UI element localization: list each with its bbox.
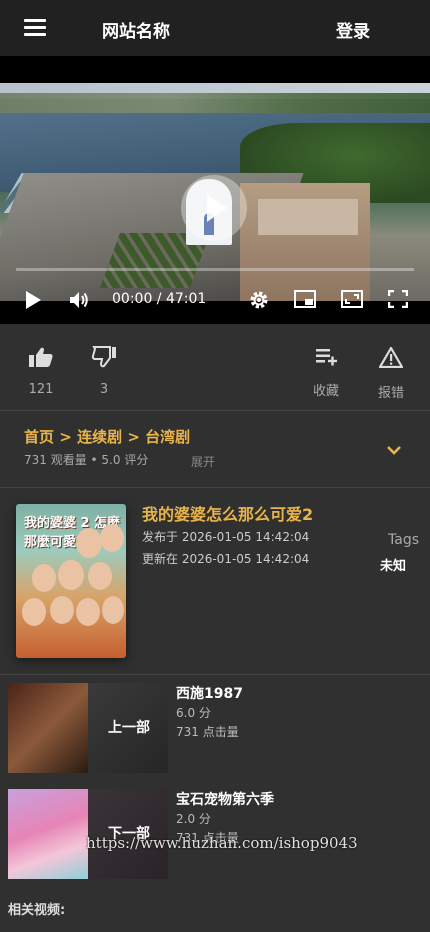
video-player[interactable]: 00:00 / 47:01 — [0, 56, 430, 324]
previous-label: 上一部 — [108, 720, 150, 736]
updated-date: 更新在 2026-01-05 14:42:04 — [142, 552, 310, 566]
hamburger-menu-icon[interactable] — [24, 19, 46, 37]
big-play-button[interactable] — [181, 175, 247, 241]
previous-thumbnail[interactable]: 上一部 — [8, 683, 168, 773]
site-title[interactable]: 网站名称 — [102, 17, 170, 42]
breadcrumb-series[interactable]: 连续剧 — [77, 428, 122, 446]
report-label: 报错 — [377, 386, 404, 401]
breadcrumb: 首页 > 连续剧 > 台湾剧 — [24, 426, 190, 447]
picture-in-picture-icon[interactable] — [294, 290, 316, 312]
thumbs-up-icon — [29, 347, 53, 367]
favorite-button[interactable]: 收藏 — [311, 346, 341, 399]
report-button[interactable]: 报错 — [376, 346, 406, 401]
fullscreen-icon[interactable] — [387, 289, 409, 312]
time-display: 00:00 / 47:01 — [112, 291, 207, 307]
breadcrumb-home[interactable]: 首页 — [24, 428, 54, 446]
previous-video[interactable]: 上一部 西施1987 6.0 分 731 点击量 — [0, 675, 430, 773]
next-video[interactable]: 下一部 宝石宠物第六季 2.0 分 731 点击量 — [0, 781, 430, 879]
theater-mode-icon[interactable] — [341, 290, 363, 312]
published-date: 发布于 2026-01-05 14:42:04 — [142, 530, 310, 544]
breadcrumb-taiwan-drama[interactable]: 台湾剧 — [145, 428, 190, 446]
previous-score: 6.0 分 — [176, 706, 211, 720]
like-count: 121 — [28, 382, 54, 397]
tags-value[interactable]: 未知 — [380, 555, 406, 574]
video-title: 我的婆婆怎么那么可爱2 — [142, 505, 314, 524]
like-button[interactable]: 121 — [26, 346, 56, 397]
next-score: 2.0 分 — [176, 812, 211, 826]
warning-icon — [378, 346, 404, 369]
playlist-add-icon — [316, 349, 337, 366]
poster-image: 我的婆婆 2 怎麼那麼可愛 — [16, 504, 126, 658]
settings-icon[interactable] — [249, 290, 269, 314]
tags-label: Tags — [388, 532, 419, 548]
video-detail: 我的婆婆 2 怎麼那麼可愛 我的婆婆怎么那么可爱2 发布于 2026-01-05… — [0, 488, 430, 674]
chevron-down-icon[interactable] — [386, 441, 402, 460]
dislike-button[interactable]: 3 — [91, 346, 117, 397]
breadcrumb-separator: > — [59, 428, 72, 446]
player-controls: 00:00 / 47:01 — [0, 268, 430, 309]
next-title[interactable]: 宝石宠物第六季 — [176, 789, 274, 809]
breadcrumb-separator: > — [127, 428, 140, 446]
top-bar: 网站名称 登录 — [0, 0, 430, 56]
watermark: https://www.huzhan.com/ishop9043 — [86, 834, 358, 852]
favorite-label: 收藏 — [312, 384, 339, 399]
dislike-count: 3 — [99, 382, 109, 397]
volume-icon[interactable] — [68, 290, 90, 314]
login-button[interactable]: 登录 — [336, 17, 370, 42]
action-bar: 121 3 收藏 报错 — [0, 324, 430, 410]
related-videos-heading: 相关视频: — [8, 903, 66, 918]
view-stats: 731 观看量 • 5.0 评分 — [24, 453, 149, 467]
previous-title[interactable]: 西施1987 — [176, 683, 243, 703]
previous-clicks: 731 点击量 — [176, 725, 239, 739]
expand-link[interactable]: 展开 — [191, 453, 215, 470]
progress-bar[interactable] — [16, 268, 414, 271]
play-icon[interactable] — [24, 290, 42, 314]
video-info: 首页 > 连续剧 > 台湾剧 731 观看量 • 5.0 评分 展开 — [0, 411, 430, 487]
thumbs-down-icon — [91, 346, 116, 368]
